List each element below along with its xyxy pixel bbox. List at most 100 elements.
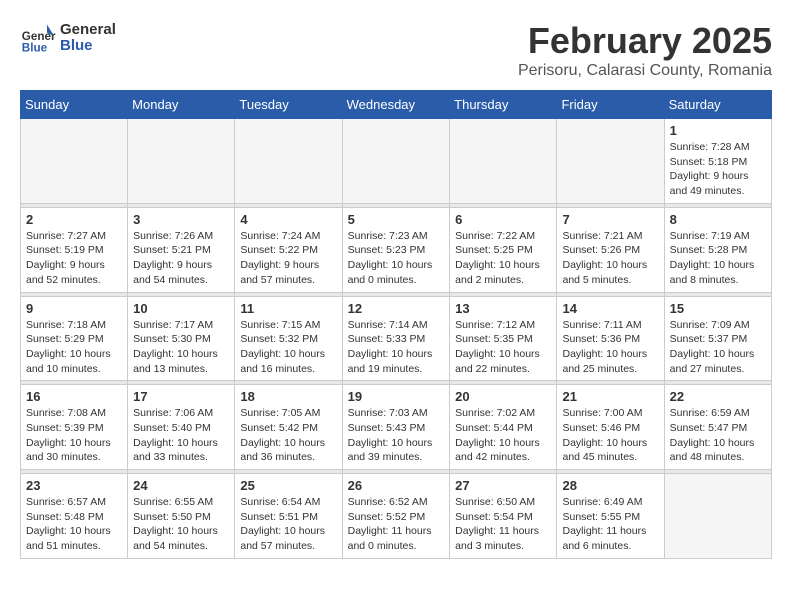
- calendar-cell: [235, 119, 342, 204]
- day-number: 5: [348, 212, 445, 227]
- calendar-table: SundayMondayTuesdayWednesdayThursdayFrid…: [20, 90, 772, 559]
- calendar-cell: 19 Sunrise: 7:03 AMSunset: 5:43 PMDayligh…: [342, 385, 450, 470]
- day-number: 23: [26, 478, 122, 493]
- calendar-cell: 25 Sunrise: 6:54 AMSunset: 5:51 PMDayligh…: [235, 474, 342, 559]
- calendar-cell: 6 Sunrise: 7:22 AMSunset: 5:25 PMDaylight…: [450, 207, 557, 292]
- calendar-cell: 8 Sunrise: 7:19 AMSunset: 5:28 PMDaylight…: [664, 207, 771, 292]
- week-row-5: 23 Sunrise: 6:57 AMSunset: 5:48 PMDayligh…: [21, 474, 772, 559]
- title-block: February 2025 Perisoru, Calarasi County,…: [518, 20, 772, 80]
- day-info: Sunrise: 7:27 AMSunset: 5:19 PMDaylight:…: [26, 229, 122, 288]
- day-number: 10: [133, 301, 229, 316]
- day-info: Sunrise: 7:14 AMSunset: 5:33 PMDaylight:…: [348, 318, 445, 377]
- page-header: General Blue General Blue February 2025 …: [20, 20, 772, 80]
- calendar-cell: 1Sunrise: 7:28 AMSunset: 5:18 PMDaylight…: [664, 119, 771, 204]
- day-info: Sunrise: 7:18 AMSunset: 5:29 PMDaylight:…: [26, 318, 122, 377]
- calendar-cell: 22 Sunrise: 6:59 AMSunset: 5:47 PMDayligh…: [664, 385, 771, 470]
- day-info: Sunrise: 6:49 AMSunset: 5:55 PMDaylight:…: [562, 495, 658, 554]
- day-number: 14: [562, 301, 658, 316]
- logo-icon: General Blue: [20, 20, 56, 56]
- day-number: 15: [670, 301, 766, 316]
- week-row-3: 9 Sunrise: 7:18 AMSunset: 5:29 PMDaylight…: [21, 296, 772, 381]
- calendar-cell: [557, 119, 664, 204]
- day-info: Sunrise: 7:11 AMSunset: 5:36 PMDaylight:…: [562, 318, 658, 377]
- location-title: Perisoru, Calarasi County, Romania: [518, 62, 772, 80]
- day-number: 20: [455, 389, 551, 404]
- logo-blue-text: Blue: [60, 38, 116, 55]
- weekday-header-tuesday: Tuesday: [235, 91, 342, 119]
- day-number: 3: [133, 212, 229, 227]
- calendar-cell: 26Sunrise: 6:52 AMSunset: 5:52 PMDayligh…: [342, 474, 450, 559]
- day-info: Sunrise: 7:24 AMSunset: 5:22 PMDaylight:…: [240, 229, 336, 288]
- day-number: 19: [348, 389, 445, 404]
- weekday-header-sunday: Sunday: [21, 91, 128, 119]
- calendar-cell: 14 Sunrise: 7:11 AMSunset: 5:36 PMDayligh…: [557, 296, 664, 381]
- day-number: 11: [240, 301, 336, 316]
- calendar-cell: [128, 119, 235, 204]
- calendar-cell: 4Sunrise: 7:24 AMSunset: 5:22 PMDaylight…: [235, 207, 342, 292]
- day-info: Sunrise: 7:06 AMSunset: 5:40 PMDaylight:…: [133, 406, 229, 465]
- weekday-header-wednesday: Wednesday: [342, 91, 450, 119]
- logo: General Blue General Blue: [20, 20, 116, 56]
- calendar-cell: 2 Sunrise: 7:27 AMSunset: 5:19 PMDaylight…: [21, 207, 128, 292]
- day-number: 18: [240, 389, 336, 404]
- day-info: Sunrise: 7:03 AMSunset: 5:43 PMDaylight:…: [348, 406, 445, 465]
- day-info: Sunrise: 7:09 AMSunset: 5:37 PMDaylight:…: [670, 318, 766, 377]
- calendar-cell: 10 Sunrise: 7:17 AMSunset: 5:30 PMDayligh…: [128, 296, 235, 381]
- calendar-cell: [664, 474, 771, 559]
- day-info: Sunrise: 6:50 AMSunset: 5:54 PMDaylight:…: [455, 495, 551, 554]
- calendar-cell: 27 Sunrise: 6:50 AMSunset: 5:54 PMDayligh…: [450, 474, 557, 559]
- day-number: 27: [455, 478, 551, 493]
- weekday-header-friday: Friday: [557, 91, 664, 119]
- calendar-cell: [342, 119, 450, 204]
- weekday-header-saturday: Saturday: [664, 91, 771, 119]
- day-info: Sunrise: 6:59 AMSunset: 5:47 PMDaylight:…: [670, 406, 766, 465]
- day-number: 12: [348, 301, 445, 316]
- calendar-cell: 15 Sunrise: 7:09 AMSunset: 5:37 PMDayligh…: [664, 296, 771, 381]
- day-number: 17: [133, 389, 229, 404]
- day-number: 8: [670, 212, 766, 227]
- day-info: Sunrise: 7:08 AMSunset: 5:39 PMDaylight:…: [26, 406, 122, 465]
- day-number: 21: [562, 389, 658, 404]
- day-info: Sunrise: 6:54 AMSunset: 5:51 PMDaylight:…: [240, 495, 336, 554]
- calendar-cell: 7Sunrise: 7:21 AMSunset: 5:26 PMDaylight…: [557, 207, 664, 292]
- calendar-cell: [450, 119, 557, 204]
- day-info: Sunrise: 7:26 AMSunset: 5:21 PMDaylight:…: [133, 229, 229, 288]
- day-info: Sunrise: 7:00 AMSunset: 5:46 PMDaylight:…: [562, 406, 658, 465]
- calendar-cell: 21 Sunrise: 7:00 AMSunset: 5:46 PMDayligh…: [557, 385, 664, 470]
- calendar-cell: 13 Sunrise: 7:12 AMSunset: 5:35 PMDayligh…: [450, 296, 557, 381]
- calendar-cell: 24Sunrise: 6:55 AMSunset: 5:50 PMDayligh…: [128, 474, 235, 559]
- calendar-cell: 11Sunrise: 7:15 AMSunset: 5:32 PMDayligh…: [235, 296, 342, 381]
- calendar-cell: 20 Sunrise: 7:02 AMSunset: 5:44 PMDayligh…: [450, 385, 557, 470]
- calendar-cell: 18 Sunrise: 7:05 AMSunset: 5:42 PMDayligh…: [235, 385, 342, 470]
- day-info: Sunrise: 7:21 AMSunset: 5:26 PMDaylight:…: [562, 229, 658, 288]
- calendar-cell: [21, 119, 128, 204]
- day-info: Sunrise: 7:23 AMSunset: 5:23 PMDaylight:…: [348, 229, 445, 288]
- day-number: 2: [26, 212, 122, 227]
- day-number: 26: [348, 478, 445, 493]
- day-info: Sunrise: 7:02 AMSunset: 5:44 PMDaylight:…: [455, 406, 551, 465]
- calendar-cell: 12 Sunrise: 7:14 AMSunset: 5:33 PMDayligh…: [342, 296, 450, 381]
- week-row-1: 1Sunrise: 7:28 AMSunset: 5:18 PMDaylight…: [21, 119, 772, 204]
- day-number: 9: [26, 301, 122, 316]
- calendar-cell: 9 Sunrise: 7:18 AMSunset: 5:29 PMDaylight…: [21, 296, 128, 381]
- calendar-cell: 17 Sunrise: 7:06 AMSunset: 5:40 PMDayligh…: [128, 385, 235, 470]
- day-info: Sunrise: 7:22 AMSunset: 5:25 PMDaylight:…: [455, 229, 551, 288]
- day-number: 28: [562, 478, 658, 493]
- day-info: Sunrise: 7:19 AMSunset: 5:28 PMDaylight:…: [670, 229, 766, 288]
- week-row-4: 16 Sunrise: 7:08 AMSunset: 5:39 PMDayligh…: [21, 385, 772, 470]
- day-info: Sunrise: 7:17 AMSunset: 5:30 PMDaylight:…: [133, 318, 229, 377]
- day-number: 25: [240, 478, 336, 493]
- svg-text:Blue: Blue: [22, 42, 48, 55]
- day-number: 6: [455, 212, 551, 227]
- day-number: 24: [133, 478, 229, 493]
- month-title: February 2025: [518, 20, 772, 62]
- day-number: 13: [455, 301, 551, 316]
- day-info: Sunrise: 7:12 AMSunset: 5:35 PMDaylight:…: [455, 318, 551, 377]
- day-number: 16: [26, 389, 122, 404]
- calendar-cell: 3 Sunrise: 7:26 AMSunset: 5:21 PMDaylight…: [128, 207, 235, 292]
- day-info: Sunrise: 6:57 AMSunset: 5:48 PMDaylight:…: [26, 495, 122, 554]
- calendar-cell: 16 Sunrise: 7:08 AMSunset: 5:39 PMDayligh…: [21, 385, 128, 470]
- day-info: Sunrise: 7:05 AMSunset: 5:42 PMDaylight:…: [240, 406, 336, 465]
- day-number: 22: [670, 389, 766, 404]
- calendar-cell: 5 Sunrise: 7:23 AMSunset: 5:23 PMDaylight…: [342, 207, 450, 292]
